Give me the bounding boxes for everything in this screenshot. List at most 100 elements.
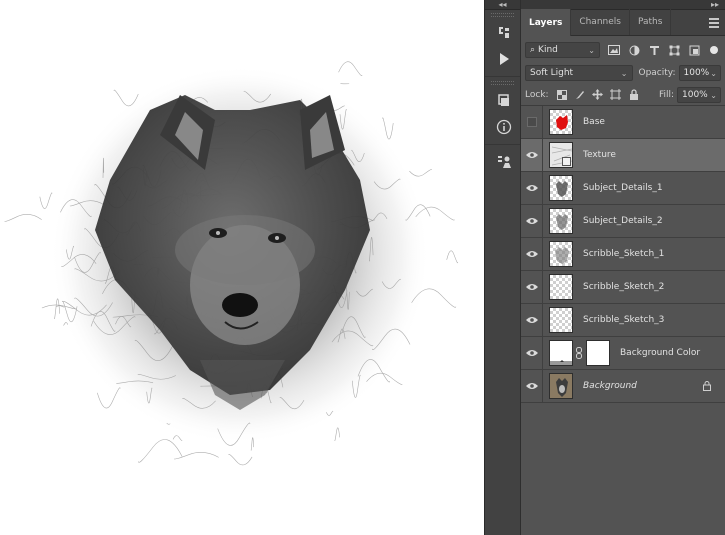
fill-value: 100% — [682, 89, 708, 100]
adjustment-filter-icon[interactable] — [624, 42, 644, 58]
visibility-toggle[interactable] — [521, 336, 543, 370]
layer-thumbnail — [549, 340, 573, 366]
visibility-toggle[interactable] — [521, 105, 543, 139]
tab-channels[interactable]: Channels — [571, 9, 630, 35]
lock-label: Lock: — [525, 89, 549, 100]
eye-icon — [525, 218, 538, 224]
layer-name: Scribble_Sketch_1 — [583, 249, 665, 259]
filter-toggle-switch[interactable] — [710, 46, 718, 54]
collapse-dock-icon[interactable]: ◂◂ — [485, 0, 520, 10]
hidden-eye-icon — [526, 117, 537, 127]
layer-filter-row: ⌕ Kind ⌄ — [521, 38, 725, 62]
layer-row-scribble-sketch-3[interactable]: Scribble_Sketch_3 — [521, 303, 725, 337]
scribble-stroke — [446, 250, 459, 264]
shape-filter-icon[interactable] — [664, 42, 684, 58]
history-icon[interactable] — [485, 20, 522, 46]
layer-name: Subject_Details_2 — [583, 216, 663, 226]
clone-source-icon[interactable] — [485, 149, 522, 175]
play-icon[interactable] — [485, 46, 522, 72]
scribble-stroke — [172, 435, 183, 441]
layers-panel: ▸▸ Layers Channels Paths ⌕ Kind ⌄ Soft L… — [521, 0, 725, 535]
search-icon: ⌕ — [530, 45, 536, 55]
lock-position-icon[interactable] — [589, 87, 607, 103]
layer-thumbnail — [549, 373, 573, 399]
scribble-stroke — [39, 192, 53, 209]
layer-row-background[interactable]: Background — [521, 369, 725, 403]
eye-icon — [525, 152, 538, 158]
type-filter-icon[interactable] — [644, 42, 664, 58]
visibility-toggle[interactable] — [521, 270, 543, 304]
layer-row-subject-details-2[interactable]: Subject_Details_2 — [521, 204, 725, 238]
layer-row-scribble-sketch-2[interactable]: Scribble_Sketch_2 — [521, 270, 725, 304]
filter-kind-select[interactable]: ⌕ Kind ⌄ — [525, 42, 600, 58]
layers-list: Base Texture Subject_Details_1 Subject_D… — [521, 105, 725, 403]
lock-artboard-icon[interactable] — [607, 87, 625, 103]
scribble-stroke — [409, 169, 433, 177]
eye-icon — [525, 383, 538, 389]
layer-mask-thumbnail[interactable] — [586, 340, 610, 366]
layer-row-background-color[interactable]: Background Color — [521, 336, 725, 370]
layer-name: Base — [583, 117, 605, 127]
layer-thumbnail — [549, 142, 573, 168]
lock-icon — [703, 381, 711, 391]
visibility-toggle[interactable] — [521, 204, 543, 238]
document-canvas[interactable] — [0, 0, 484, 535]
scribble-stroke — [4, 214, 42, 222]
smart-object-icon — [562, 157, 571, 166]
tab-layers[interactable]: Layers — [521, 9, 572, 36]
blend-mode-value: Soft Light — [530, 68, 574, 78]
lock-paint-icon[interactable] — [571, 87, 589, 103]
layer-row-scribble-sketch-1[interactable]: Scribble_Sketch_1 — [521, 237, 725, 271]
blend-mode-select[interactable]: Soft Light ⌄ — [525, 65, 633, 81]
layer-name: Background — [583, 381, 637, 391]
dock-grip[interactable] — [491, 13, 514, 17]
layer-name: Subject_Details_1 — [583, 183, 663, 193]
layer-name: Background Color — [620, 348, 701, 358]
visibility-toggle[interactable] — [521, 303, 543, 337]
panel-menu-icon[interactable] — [709, 18, 719, 28]
wolf-sketch-artwork — [4, 61, 459, 466]
opacity-input[interactable]: 100% ⌄ — [678, 65, 721, 81]
chevron-down-icon[interactable]: ⌄ — [710, 69, 717, 78]
scribble-stroke — [338, 61, 363, 76]
image-filter-icon[interactable] — [604, 42, 624, 58]
tab-paths[interactable]: Paths — [630, 9, 672, 35]
smart-object-filter-icon[interactable] — [684, 42, 704, 58]
chevron-down-icon[interactable]: ⌄ — [710, 91, 717, 100]
eye-icon — [525, 284, 538, 290]
layer-name: Scribble_Sketch_3 — [583, 315, 665, 325]
blend-row: Soft Light ⌄ Opacity: 100% ⌄ — [521, 62, 725, 84]
scribble-stroke — [173, 452, 219, 460]
scribble-stroke — [228, 454, 253, 466]
panel-dock-strip: ◂◂ — [484, 0, 521, 535]
layer-thumbnail — [549, 208, 573, 234]
chevron-down-icon: ⌄ — [620, 69, 628, 78]
visibility-toggle[interactable] — [521, 138, 543, 172]
link-chain-icon[interactable] — [576, 347, 582, 359]
visibility-toggle[interactable] — [521, 369, 543, 403]
layer-thumbnail — [549, 241, 573, 267]
visibility-toggle[interactable] — [521, 171, 543, 205]
eye-icon — [525, 317, 538, 323]
layer-name: Scribble_Sketch_2 — [583, 282, 665, 292]
eye-icon — [525, 251, 538, 257]
fill-label: Fill: — [658, 89, 674, 100]
layer-thumbnail — [549, 274, 573, 300]
layer-row-base[interactable]: Base — [521, 105, 725, 139]
fill-input[interactable]: 100% ⌄ — [677, 86, 721, 103]
layer-row-texture[interactable]: Texture — [521, 138, 725, 172]
layer-row-subject-details-1[interactable]: Subject_Details_1 — [521, 171, 725, 205]
lock-all-icon[interactable] — [625, 87, 643, 103]
eye-icon — [525, 350, 538, 356]
visibility-toggle[interactable] — [521, 237, 543, 271]
opacity-label: Opacity: — [638, 68, 676, 78]
lock-transparent-icon[interactable] — [553, 87, 571, 103]
lock-row: Lock: Fill: 100% ⌄ — [521, 84, 725, 106]
layer-thumbnail — [549, 175, 573, 201]
info-icon[interactable] — [485, 114, 522, 140]
dock-grip-2[interactable] — [491, 81, 514, 85]
3d-layers-icon[interactable] — [485, 88, 522, 114]
filter-kind-label: Kind — [538, 45, 558, 55]
opacity-value: 100% — [683, 68, 710, 78]
panel-tabs: Layers Channels Paths — [521, 9, 725, 36]
